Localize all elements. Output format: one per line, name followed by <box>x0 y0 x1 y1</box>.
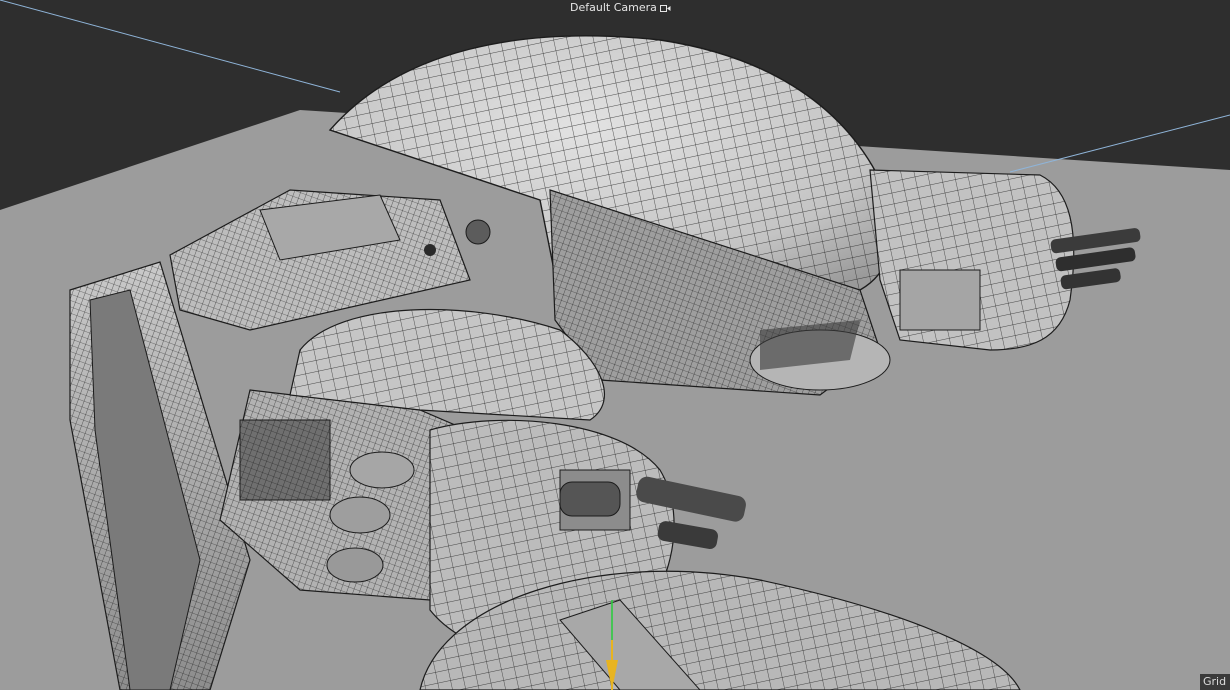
grid-status-label: Grid S <box>1200 674 1230 690</box>
3d-viewport[interactable]: Default Camera Grid S <box>0 0 1230 690</box>
scene-render <box>0 0 1230 690</box>
camera-label[interactable]: Default Camera <box>570 1 671 15</box>
camera-label-text: Default Camera <box>570 1 657 14</box>
camera-icon[interactable] <box>659 4 671 13</box>
